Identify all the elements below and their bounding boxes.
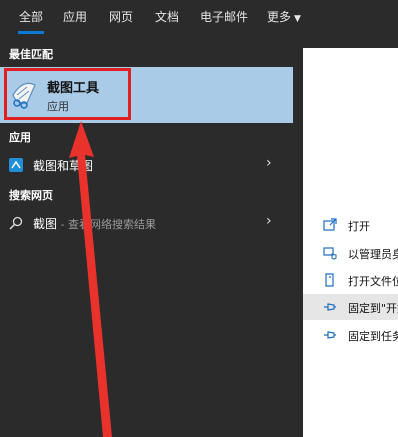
snip-sketch-icon — [9, 158, 23, 172]
web-search-label: 截图 - 查看网络搜索结果 — [33, 215, 156, 232]
action-list: 打开 以管理员身 打开文件位 固定到"开始 固定到任务 — [303, 48, 398, 437]
tab-more[interactable]: 更多 ▼ — [262, 0, 306, 34]
list-item-snip-sketch[interactable]: 截图和草图 › — [0, 150, 293, 180]
action-run-as-admin-label: 以管理员身 — [348, 248, 398, 261]
web-search-hint: - 查看网络搜索结果 — [57, 218, 156, 231]
pin-icon — [324, 303, 336, 311]
chevron-down-icon: ▼ — [294, 14, 301, 24]
tab-documents[interactable]: 文档 — [150, 0, 184, 34]
search-icon — [9, 216, 23, 230]
section-web: 搜索网页 — [9, 189, 53, 202]
filter-tabs: 全部 应用 网页 文档 电子邮件 更多 ▼ — [0, 0, 398, 34]
action-open-label: 打开 — [348, 220, 370, 233]
tab-all[interactable]: 全部 — [14, 0, 48, 34]
action-pin-to-start-label: 固定到"开始 — [348, 302, 398, 315]
list-item-web-search[interactable]: 截图 - 查看网络搜索结果 › — [0, 208, 293, 238]
action-open[interactable]: 打开 — [303, 212, 398, 238]
tab-email[interactable]: 电子邮件 — [196, 0, 252, 34]
action-run-as-admin[interactable]: 以管理员身 — [303, 240, 398, 266]
web-search-query: 截图 — [33, 217, 58, 231]
tab-apps[interactable]: 应用 — [58, 0, 92, 34]
chevron-right-icon[interactable]: › — [266, 155, 272, 171]
action-open-file-location[interactable]: 打开文件位 — [303, 267, 398, 293]
action-pin-to-start[interactable]: 固定到"开始 — [303, 294, 398, 320]
action-open-file-location-label: 打开文件位 — [348, 275, 398, 288]
shield-icon — [323, 247, 337, 260]
action-pin-to-taskbar-label: 固定到任务 — [348, 330, 398, 343]
tab-more-label: 更多 — [267, 10, 292, 24]
chevron-right-icon[interactable]: › — [266, 213, 272, 229]
list-item-label: 截图和草图 — [33, 159, 94, 173]
action-pin-to-taskbar[interactable]: 固定到任务 — [303, 322, 398, 348]
open-icon — [323, 218, 337, 231]
tab-web[interactable]: 网页 — [104, 0, 138, 34]
pin-icon — [324, 331, 336, 339]
annotation-highlight-box — [4, 68, 131, 120]
section-best-match: 最佳匹配 — [9, 48, 53, 61]
section-apps: 应用 — [9, 131, 31, 144]
file-location-icon — [325, 273, 334, 287]
